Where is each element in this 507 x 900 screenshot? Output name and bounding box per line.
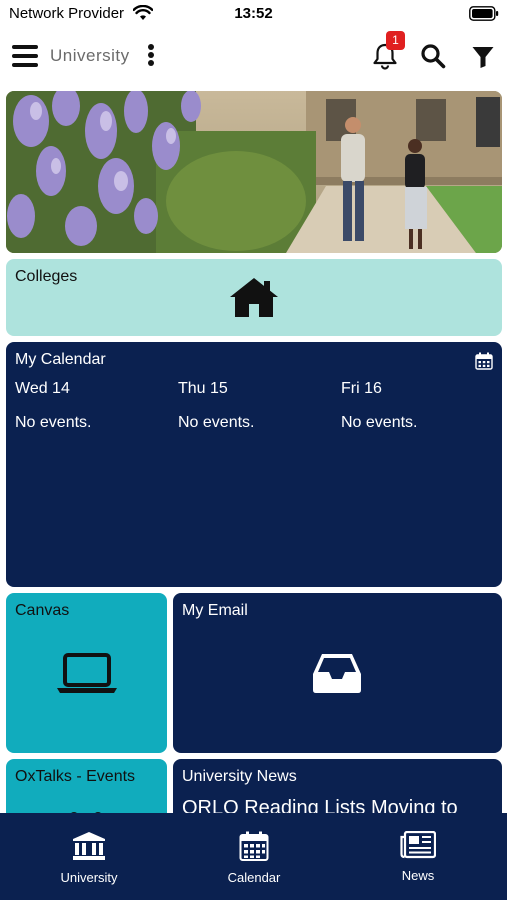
app-header: University 1 [0,30,507,82]
calendar-day-column: Wed 14 No events. [15,380,165,432]
campus-photo-illustration [6,91,502,253]
battery-icon [469,6,499,21]
nav-tab-calendar[interactable]: Calendar [194,831,314,885]
laptop-icon [57,653,117,693]
calendar-events-text: No events. [15,414,92,431]
nav-label-calendar: Calendar [227,870,281,885]
nav-label-university: University [60,870,118,885]
more-options-icon[interactable] [147,44,155,66]
campus-photo [6,91,502,253]
nav-tab-news[interactable]: News [358,831,478,883]
oxtalks-label: OxTalks - Events [15,768,136,785]
university-building-icon [73,832,105,860]
page-title: University [50,46,130,65]
nav-tab-university[interactable]: University [29,831,149,885]
news-label: University News [182,768,297,785]
search-icon[interactable] [420,43,446,69]
house-icon [230,278,278,317]
bottom-nav-bar: University Calendar News [0,813,507,900]
filter-icon[interactable] [471,45,495,69]
calendar-events-text: No events. [178,414,255,431]
colleges-label: Colleges [15,268,78,285]
canvas-label: Canvas [15,602,70,619]
my-calendar-tile[interactable]: My Calendar Wed 14 No events. Thu 15 No … [6,342,502,587]
newspaper-icon [400,831,436,859]
hamburger-menu-icon[interactable] [12,45,38,67]
status-time: 13:52 [234,5,273,22]
notification-badge: 1 [386,31,405,50]
my-email-tile[interactable]: My Email [173,593,502,753]
calendar-day-column: Thu 15 No events. [178,380,328,432]
calendar-events-text: No events. [341,414,418,431]
calendar-day-label: Fri 16 [341,380,382,397]
status-bar: Network Provider 13:52 [0,0,507,28]
calendar-icon [239,831,269,861]
email-label: My Email [182,602,248,619]
calendar-icon [475,352,493,370]
colleges-tile[interactable]: Colleges [6,259,502,336]
calendar-tile-label: My Calendar [15,351,106,368]
calendar-day-column: Fri 16 No events. [341,380,491,432]
calendar-day-label: Thu 15 [178,380,228,397]
inbox-icon [313,654,361,693]
notifications-button[interactable]: 1 [372,31,405,72]
canvas-tile[interactable]: Canvas [6,593,167,753]
calendar-day-label: Wed 14 [15,380,70,397]
nav-label-news: News [401,868,435,883]
